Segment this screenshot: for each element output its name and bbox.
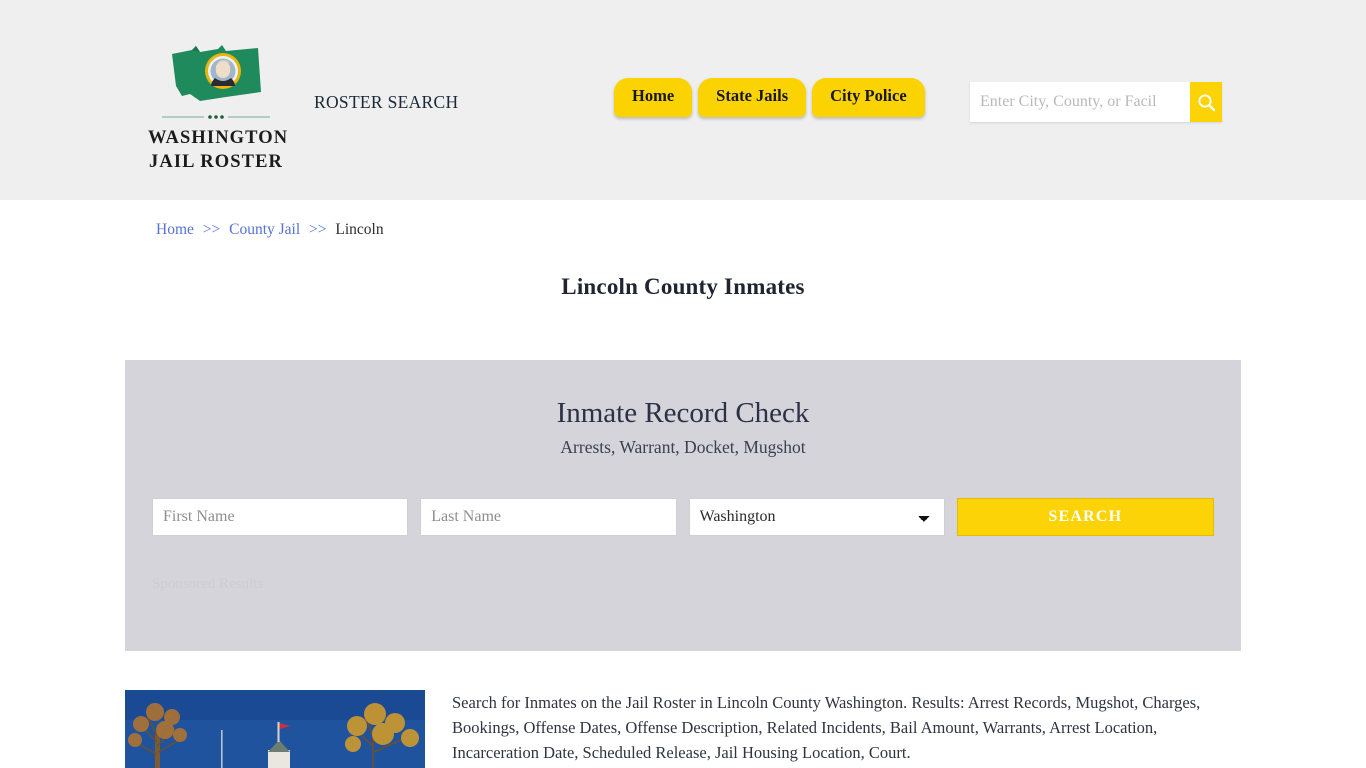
lincoln-county-courthouse-photo [125, 690, 425, 768]
search-icon [1197, 93, 1215, 111]
state-select[interactable]: Washington [688, 497, 945, 536]
breadcrumb: Home >> County Jail >> Lincoln [156, 221, 384, 239]
site-logo[interactable]: WASHINGTON JAIL ROSTER [148, 40, 289, 175]
panel-title: Inmate Record Check [556, 397, 810, 429]
breadcrumb-item-home[interactable]: Home [156, 221, 194, 238]
nav-tab-state-jails[interactable]: State Jails [698, 78, 807, 117]
washington-state-flag-icon [172, 45, 261, 101]
breadcrumb-separator-1: >> [202, 221, 221, 238]
page-title: Lincoln County Inmates [561, 274, 805, 299]
panel-subtitle: Arrests, Warrant, Docket, Mugshot [560, 436, 806, 457]
nav-tab-city-police[interactable]: City Police [812, 78, 925, 117]
page-content: Search for Inmates on the Jail Roster in… [125, 690, 1241, 768]
logo-title-line1: WASHINGTON [148, 128, 289, 148]
main-navigation: Home State Jails City Police [614, 78, 925, 117]
nav-tab-home[interactable]: Home [614, 78, 693, 117]
last-name-input[interactable] [420, 497, 677, 536]
site-tagline: ROSTER SEARCH [314, 92, 459, 112]
sponsored-results-label: Sponsored Results [152, 575, 264, 592]
courthouse-scene-icon [125, 690, 425, 768]
header-search-button[interactable] [1190, 82, 1222, 122]
first-name-input[interactable] [152, 497, 409, 536]
breadcrumb-separator-2: >> [309, 221, 327, 238]
inmate-record-check-panel: Inmate Record Check Arrests, Warrant, Do… [125, 360, 1241, 651]
search-records-button[interactable]: SEARCH [956, 497, 1214, 536]
logo-divider-icon [162, 115, 270, 119]
page-description: Search for Inmates on the Jail Roster in… [452, 693, 1201, 763]
header-search [970, 82, 1222, 122]
breadcrumb-item-county-jail[interactable]: County Jail [229, 221, 300, 238]
site-header: WASHINGTON JAIL ROSTER ROSTER SEARCH Hom… [0, 0, 1366, 200]
header-search-input[interactable] [970, 82, 1190, 122]
breadcrumb-item-lincoln: Lincoln [335, 221, 384, 238]
inmate-search-form: Washington SEARCH [152, 497, 1214, 536]
logo-title-line2: JAIL ROSTER [149, 152, 283, 173]
